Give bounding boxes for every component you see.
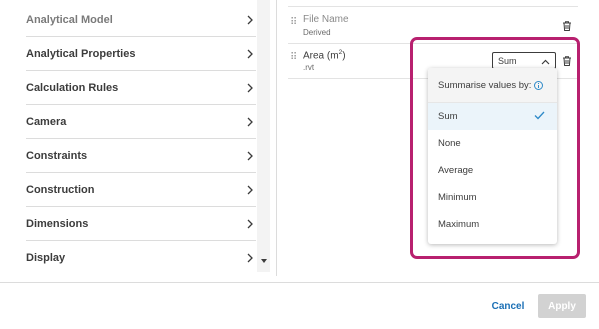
chevron-right-icon <box>244 252 256 264</box>
field-name: File Name <box>303 14 349 25</box>
category-item-dimensions[interactable]: Dimensions <box>26 207 256 241</box>
category-item-analytical-model[interactable]: Analytical Model <box>26 3 256 37</box>
category-label: Analytical Properties <box>26 47 136 60</box>
trash-icon[interactable] <box>561 19 573 31</box>
chevron-right-icon <box>244 150 256 162</box>
chevron-right-icon <box>244 218 256 230</box>
category-label: Camera <box>26 115 67 128</box>
field-source: Derived <box>303 28 331 37</box>
category-label: Analytical Model <box>26 13 113 26</box>
category-label: Dimensions <box>26 217 89 230</box>
category-item-camera[interactable]: Camera <box>26 105 256 139</box>
category-label: Calculation Rules <box>26 81 119 94</box>
category-label: Construction <box>26 183 95 196</box>
category-list: Analytical Model Analytical Properties C… <box>0 0 270 272</box>
scroll-down-icon[interactable] <box>261 259 267 263</box>
chevron-right-icon <box>244 82 256 94</box>
field-name: Area (m2) <box>303 49 346 62</box>
chevron-right-icon <box>244 184 256 196</box>
category-item-analytical-properties[interactable]: Analytical Properties <box>26 37 256 71</box>
category-label: Constraints <box>26 149 88 162</box>
drag-handle-icon[interactable]: ⠿ <box>290 53 297 63</box>
field-source: .rvt <box>303 63 315 72</box>
chevron-right-icon <box>244 116 256 128</box>
panel-divider <box>276 0 277 276</box>
category-item-display[interactable]: Display <box>26 241 256 272</box>
chevron-right-icon <box>244 48 256 60</box>
highlight-frame <box>410 37 580 259</box>
category-item-constraints[interactable]: Constraints <box>26 139 256 173</box>
apply-button[interactable]: Apply <box>538 294 586 318</box>
category-item-construction[interactable]: Construction <box>26 173 256 207</box>
field-list-top-border <box>288 6 578 7</box>
category-scrollbar[interactable] <box>257 0 270 272</box>
footer-divider <box>0 282 599 283</box>
category-label: Display <box>26 252 66 264</box>
drag-handle-icon[interactable]: ⠿ <box>290 18 297 28</box>
chevron-right-icon <box>244 14 256 26</box>
category-item-calculation-rules[interactable]: Calculation Rules <box>26 71 256 105</box>
cancel-button[interactable]: Cancel <box>486 296 530 316</box>
